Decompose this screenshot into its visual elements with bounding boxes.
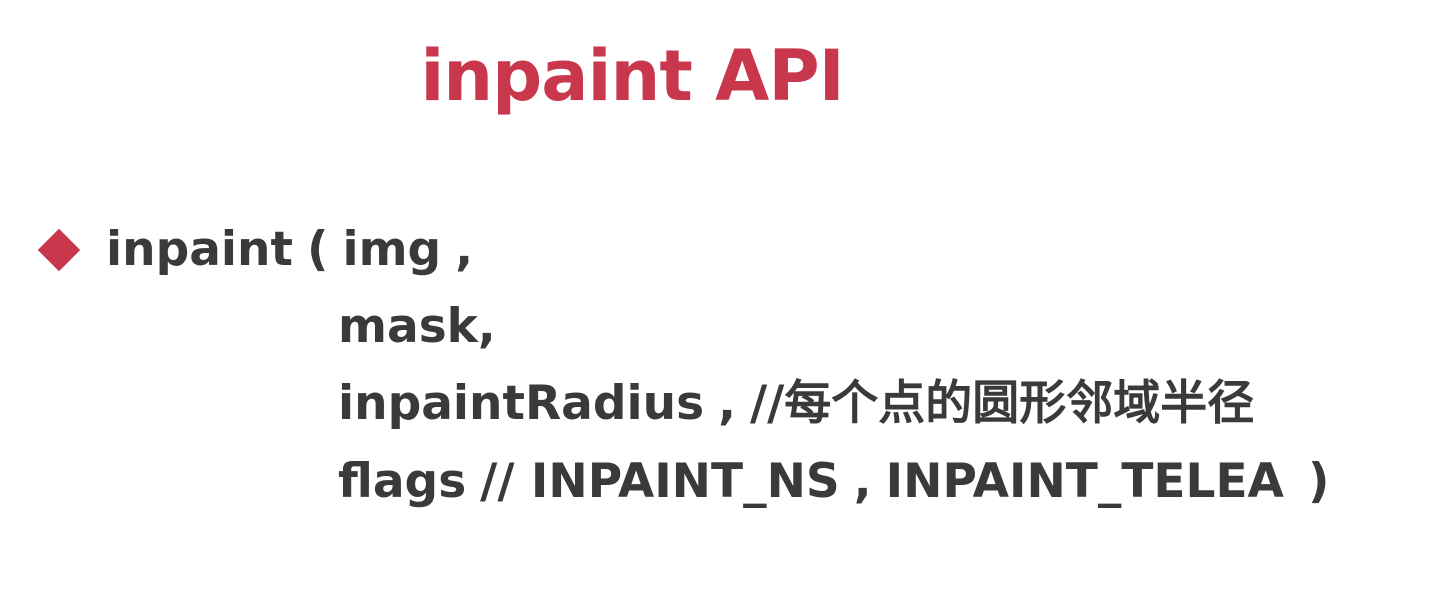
arg-mask: mask,: [338, 299, 496, 354]
code-line-4: flags// INPAINT_NS, INPAINT_TELEA): [338, 452, 1329, 512]
function-name: inpaint: [106, 222, 293, 277]
diamond-bullet-icon: [37, 228, 81, 272]
slide-title: inpaint API: [420, 35, 844, 117]
code-line-1: inpaint(img,: [106, 220, 473, 280]
code-line-2: mask,: [338, 297, 496, 357]
comment-radius: //每个点的圆形邻域半径: [749, 376, 1255, 431]
flag-option-telea: INPAINT_TELEA: [885, 454, 1284, 509]
arg-img: img: [342, 222, 442, 277]
comma: ,: [853, 454, 872, 509]
arg-flags: flags: [338, 454, 467, 509]
code-line-3: inpaintRadius,//每个点的圆形邻域半径: [338, 374, 1254, 434]
comment-flags: // INPAINT_NS: [480, 454, 840, 509]
open-paren: (: [306, 222, 329, 277]
comma: ,: [718, 376, 736, 431]
close-paren: ): [1307, 454, 1330, 509]
comma: ,: [455, 222, 474, 277]
bullet-row: [36, 220, 112, 280]
arg-inpaint-radius: inpaintRadius: [338, 376, 705, 431]
slide: inpaint API inpaint(img, mask, inpaintRa…: [0, 0, 1454, 600]
